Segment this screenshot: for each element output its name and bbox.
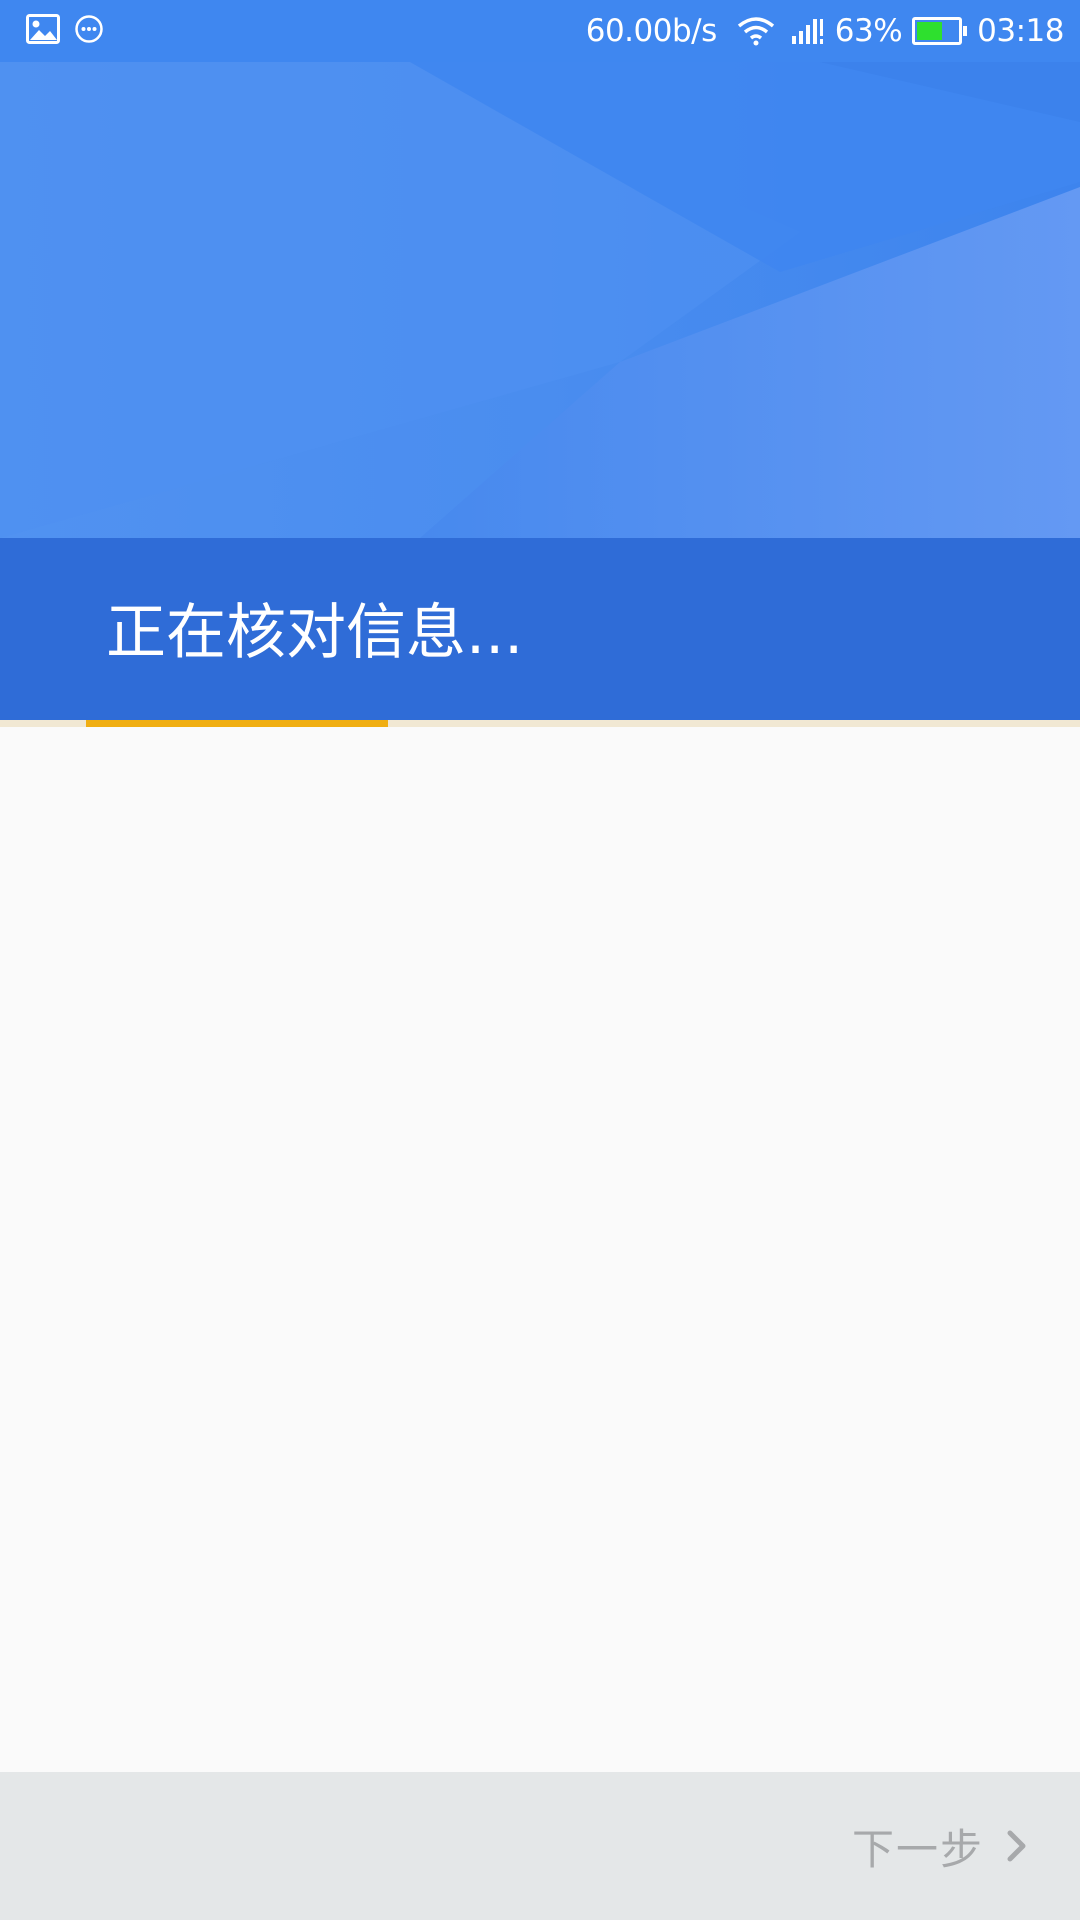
header-decoration: [0, 62, 1080, 538]
battery-tip: [963, 26, 968, 36]
message-icon: [74, 14, 104, 48]
battery-icon: [912, 17, 968, 45]
content-area: [0, 727, 1080, 1772]
network-speed: 60.00b/s: [585, 13, 718, 49]
chevron-right-icon: [1006, 1829, 1028, 1863]
next-step-label: 下一步: [851, 1824, 984, 1874]
battery-level: [917, 22, 943, 40]
page-title: 正在核对信息...: [106, 598, 524, 668]
next-step-button[interactable]: 下一步: [852, 1810, 1028, 1882]
status-bar-left: [26, 0, 104, 62]
status-bar-right: 60.00b/s 63% 03:18: [585, 0, 1065, 62]
clock: 03:18: [977, 13, 1064, 49]
signal-icon: [791, 17, 825, 45]
battery-percent: 63%: [834, 13, 903, 49]
status-bar: 60.00b/s 63% 03:18: [0, 0, 1080, 62]
battery-body: [912, 17, 963, 45]
wifi-icon: [737, 16, 775, 46]
image-icon: [26, 14, 60, 48]
progress-indicator: [86, 720, 388, 727]
header-background: [0, 62, 1080, 538]
